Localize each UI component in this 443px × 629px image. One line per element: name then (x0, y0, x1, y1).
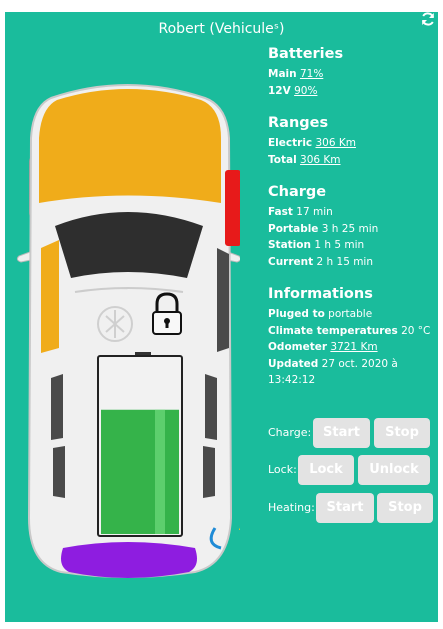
batteries-section: Batteries Main 71% 12V 90% (268, 46, 438, 99)
info-panel: Batteries Main 71% 12V 90% Ranges Electr… (268, 46, 438, 405)
aux-battery-label: 12V (268, 84, 291, 97)
aux-battery-row: 12V 90% (268, 83, 438, 100)
refresh-icon[interactable] (420, 11, 436, 27)
odometer-link[interactable]: 3721 Km (330, 341, 377, 353)
station-charge-value: 1 h 5 min (314, 239, 365, 251)
portable-charge-label: Portable (268, 222, 319, 235)
heating-start-button[interactable]: Start (316, 493, 374, 523)
total-range-link[interactable]: 306 Km (300, 154, 341, 166)
odometer-label: Odometer (268, 341, 328, 353)
plugged-value: portable (328, 308, 373, 320)
current-charge-value: 2 h 15 min (316, 255, 374, 268)
fast-charge-label: Fast (268, 206, 293, 218)
electric-range-link[interactable]: 306 Km (315, 137, 356, 149)
rear-bumper (61, 542, 197, 578)
current-charge-label: Current (268, 255, 314, 268)
portable-charge-row: Portable 3 h 25 min (268, 221, 438, 238)
tail-light (225, 170, 240, 246)
total-range-row: Total 306 Km (268, 152, 438, 169)
car-hood (39, 89, 221, 203)
heating-stop-button[interactable]: Stop (377, 493, 433, 523)
rear-window-right (203, 446, 215, 498)
plugged-label: Pluged to (268, 308, 325, 320)
climate-row: Climate temperatures 20 °C (268, 323, 438, 340)
main-battery-label: Main (268, 68, 297, 80)
electric-range-label: Electric (268, 137, 313, 149)
charge-title: Charge (268, 184, 327, 200)
charge-control-label: Charge: (268, 426, 312, 439)
charge-start-button[interactable]: Start (313, 418, 370, 448)
climate-label: Climate temperatures (268, 324, 398, 337)
side-window-left (51, 374, 63, 440)
updated-time-row: 13:42:12 (268, 372, 438, 389)
updated-value: 27 oct. 2020 à (321, 357, 398, 370)
informations-section: Informations Pluged to portable Climate … (268, 286, 438, 389)
total-range-label: Total (268, 153, 297, 166)
rear-window-left (53, 446, 65, 498)
battery-shine (155, 409, 165, 534)
vehicle-card: Robert (Vehiculeˢ) Batteries Main 71% 12… (5, 12, 438, 622)
battery-fill (101, 409, 179, 534)
station-charge-label: Station (268, 239, 311, 251)
side-window-right (205, 374, 217, 440)
lock-control-label: Lock: (268, 463, 297, 476)
charge-section: Charge Fast 17 min Portable 3 h 25 min S… (268, 184, 438, 270)
current-charge-row: Current 2 h 15 min (268, 254, 438, 271)
front-left-window (41, 240, 59, 353)
portable-charge-value: 3 h 25 min (321, 222, 379, 235)
heating-control-label: Heating: (268, 501, 315, 514)
fast-charge-value: 17 min (296, 206, 333, 218)
station-charge-row: Station 1 h 5 min (268, 237, 438, 254)
aux-battery-link[interactable]: 90% (294, 85, 317, 97)
main-battery-row: Main 71% (268, 66, 438, 83)
odometer-row: Odometer 3721 Km (268, 339, 438, 356)
informations-title: Informations (268, 286, 373, 302)
ranges-section: Ranges Electric 306 Km Total 306 Km (268, 115, 438, 168)
electric-range-row: Electric 306 Km (268, 135, 438, 152)
batteries-title: Batteries (268, 46, 344, 62)
updated-row: Updated 27 oct. 2020 à (268, 356, 438, 373)
main-battery-link[interactable]: 71% (300, 68, 323, 80)
battery-gauge (97, 352, 183, 537)
front-right-window (217, 248, 229, 352)
updated-label: Updated (268, 357, 319, 370)
car-illustration (16, 84, 240, 578)
updated-time-value: 13:42:12 (268, 374, 316, 386)
windshield (55, 212, 203, 278)
charge-stop-button[interactable]: Stop (374, 418, 430, 448)
plugged-row: Pluged to portable (268, 306, 438, 323)
fast-charge-row: Fast 17 min (268, 204, 438, 221)
vehicle-title: Robert (Vehiculeˢ) (158, 21, 285, 37)
lock-button[interactable]: Lock (298, 455, 354, 485)
ranges-title: Ranges (268, 115, 329, 131)
unlock-button[interactable]: Unlock (358, 455, 430, 485)
climate-value: 20 °C (401, 324, 431, 337)
